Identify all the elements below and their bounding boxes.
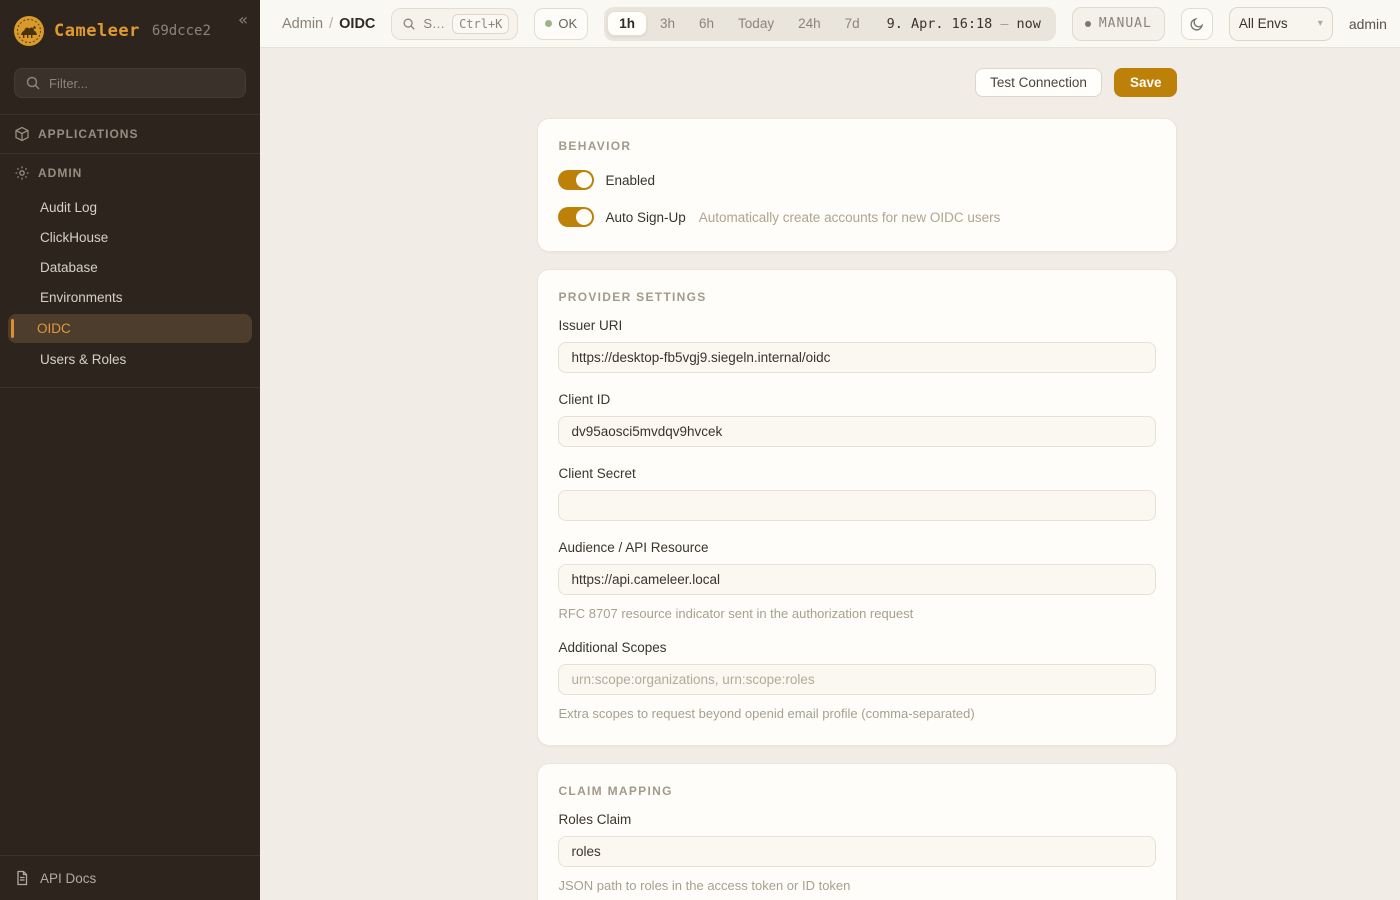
sidebar-section-admin[interactable]: ADMIN	[0, 153, 260, 192]
time-range-display[interactable]: 9. Apr. 16:18 – now	[873, 16, 1053, 32]
sidebar-footer: API Docs	[0, 855, 260, 900]
save-button[interactable]: Save	[1114, 68, 1178, 97]
topbar: Admin / OIDC S… Ctrl+K OK 1h 3h 6h Today…	[260, 0, 1400, 48]
settings-content: Test Connection Save BEHAVIOR Enabled Au…	[260, 48, 1400, 900]
time-range-7d[interactable]: 7d	[834, 12, 871, 35]
breadcrumb-parent[interactable]: Admin	[282, 16, 323, 32]
section-label: APPLICATIONS	[38, 127, 138, 141]
environment-select[interactable]: All Envs ▾	[1229, 7, 1333, 41]
field-label: Roles Claim	[558, 812, 1156, 827]
time-range-control: 1h 3h 6h Today 24h 7d 9. Apr. 16:18 – no…	[604, 7, 1056, 41]
search-placeholder: S…	[423, 16, 445, 31]
breadcrumb-current: OIDC	[339, 16, 375, 32]
field-label: Audience / API Resource	[558, 540, 1156, 555]
toggle-label: Auto Sign-Up	[605, 210, 685, 225]
sidebar-header: Cameleer 69dcce2	[0, 0, 260, 60]
auto-signup-toggle[interactable]	[558, 207, 594, 227]
sidebar-item-clickhouse[interactable]: ClickHouse	[0, 223, 260, 252]
audience-input[interactable]	[558, 564, 1156, 595]
provider-settings-card: PROVIDER SETTINGS Issuer URI Client ID C…	[537, 269, 1177, 746]
additional-scopes-input[interactable]	[558, 664, 1156, 695]
time-range-6h[interactable]: 6h	[688, 12, 725, 35]
test-connection-button[interactable]: Test Connection	[975, 68, 1102, 97]
search-icon	[402, 17, 416, 31]
client-secret-input[interactable]	[558, 490, 1156, 521]
sidebar-section-applications[interactable]: APPLICATIONS	[0, 114, 260, 153]
field-label: Client Secret	[558, 466, 1156, 481]
card-title: PROVIDER SETTINGS	[558, 290, 1156, 304]
admin-nav: Audit Log ClickHouse Database Environmen…	[0, 192, 260, 387]
field-label: Issuer URI	[558, 318, 1156, 333]
enabled-toggle[interactable]	[558, 170, 594, 190]
field-label: Client ID	[558, 392, 1156, 407]
sidebar-item-audit-log[interactable]: Audit Log	[0, 193, 260, 222]
document-icon	[14, 870, 30, 886]
brand-name: Cameleer	[54, 21, 140, 41]
search-icon	[25, 75, 41, 91]
breadcrumb-separator: /	[329, 16, 333, 32]
global-search[interactable]: S… Ctrl+K	[391, 8, 518, 40]
roles-claim-input[interactable]	[558, 836, 1156, 867]
field-hint: JSON path to roles in the access token o…	[558, 878, 1156, 893]
time-separator: –	[1000, 16, 1008, 32]
status-badge[interactable]: OK	[534, 8, 588, 40]
toggle-label: Enabled	[605, 173, 655, 188]
username-label: admin	[1349, 16, 1387, 32]
sidebar-filter	[14, 68, 246, 98]
issuer-uri-input[interactable]	[558, 342, 1156, 373]
time-range-today[interactable]: Today	[727, 12, 785, 35]
sidebar-filter-input[interactable]	[49, 76, 235, 91]
api-docs-link[interactable]: API Docs	[40, 871, 96, 886]
field-label: Additional Scopes	[558, 640, 1156, 655]
field-hint: Extra scopes to request beyond openid em…	[558, 706, 1156, 721]
section-label: ADMIN	[38, 166, 82, 180]
moon-icon	[1189, 16, 1205, 32]
chevron-down-icon: ▾	[1318, 18, 1323, 29]
breadcrumb: Admin / OIDC	[282, 16, 375, 32]
time-range-1h[interactable]: 1h	[607, 11, 647, 36]
field-hint: RFC 8707 resource indicator sent in the …	[558, 606, 1156, 621]
sidebar-spacer	[0, 387, 260, 855]
refresh-mode-badge[interactable]: MANUAL	[1072, 7, 1165, 41]
card-title: BEHAVIOR	[558, 139, 1156, 153]
card-title: CLAIM MAPPING	[558, 784, 1156, 798]
status-label: OK	[558, 16, 577, 31]
main-area: Admin / OIDC S… Ctrl+K OK 1h 3h 6h Today…	[260, 0, 1400, 900]
package-icon	[14, 126, 30, 142]
page-actions: Test Connection Save	[537, 68, 1177, 97]
toggle-hint: Automatically create accounts for new OI…	[699, 210, 1001, 225]
behavior-card: BEHAVIOR Enabled Auto Sign-Up Automatica…	[537, 118, 1177, 252]
status-dot-icon	[545, 20, 552, 27]
environment-value: All Envs	[1239, 16, 1288, 31]
sidebar-collapse-icon[interactable]: «	[238, 10, 248, 29]
time-range-24h[interactable]: 24h	[787, 12, 832, 35]
sidebar-item-users-roles[interactable]: Users & Roles	[0, 345, 260, 374]
sidebar-item-oidc[interactable]: OIDC	[8, 314, 252, 343]
sidebar-item-database[interactable]: Database	[0, 253, 260, 282]
time-to: now	[1016, 16, 1040, 32]
client-id-input[interactable]	[558, 416, 1156, 447]
dark-mode-toggle[interactable]	[1181, 8, 1213, 40]
sidebar: « Cameleer 69dcce2 APPLICAT	[0, 0, 260, 900]
gear-icon	[14, 165, 30, 181]
sidebar-item-environments[interactable]: Environments	[0, 283, 260, 312]
cameleer-logo-icon	[14, 16, 44, 46]
manual-dot-icon	[1085, 21, 1091, 27]
claim-mapping-card: CLAIM MAPPING Roles Claim JSON path to r…	[537, 763, 1177, 900]
manual-label: MANUAL	[1099, 16, 1152, 31]
search-shortcut-kbd: Ctrl+K	[452, 14, 509, 34]
time-from: 9. Apr. 16:18	[887, 16, 993, 32]
time-range-3h[interactable]: 3h	[649, 12, 686, 35]
brand-build-hash: 69dcce2	[152, 23, 211, 39]
